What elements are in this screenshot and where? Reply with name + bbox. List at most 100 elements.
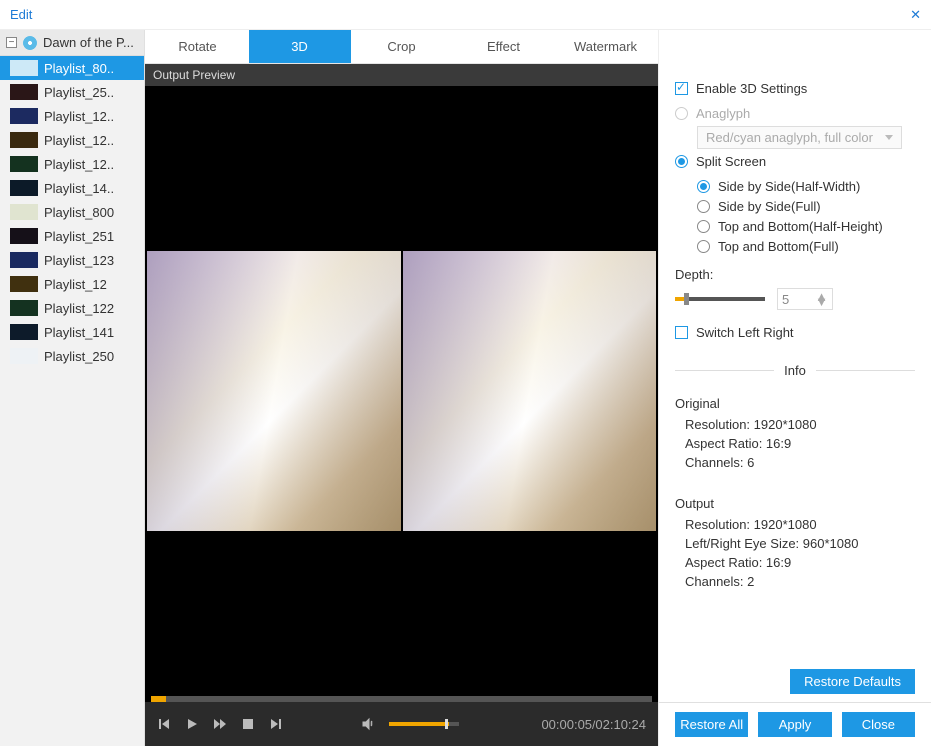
anaglyph-select: Red/cyan anaglyph, full color — [697, 126, 902, 149]
tab-crop[interactable]: Crop — [351, 30, 453, 63]
playlist-label: Playlist_123 — [44, 253, 114, 268]
info-output: Output Resolution: 1920*1080 Left/Right … — [675, 492, 915, 593]
tree-root[interactable]: − Dawn of the P... — [0, 30, 144, 56]
preview-area: 00:00:05/02:10:24 — [145, 86, 658, 746]
playlist-label: Playlist_12.. — [44, 157, 114, 172]
radio-icon[interactable] — [697, 180, 710, 193]
restore-defaults-button[interactable]: Restore Defaults — [790, 669, 915, 694]
playlist-label: Playlist_122 — [44, 301, 114, 316]
close-icon[interactable]: ✕ — [910, 7, 921, 23]
stop-icon[interactable] — [241, 717, 255, 731]
volume-icon[interactable] — [361, 717, 375, 731]
radio-icon[interactable] — [675, 107, 688, 120]
sidebar-item-playlist[interactable]: Playlist_14.. — [0, 176, 144, 200]
enable-3d-row[interactable]: Enable 3D Settings — [675, 81, 915, 96]
preview-header: Output Preview — [145, 64, 658, 86]
depth-label: Depth: — [675, 267, 915, 282]
anaglyph-row[interactable]: Anaglyph — [675, 106, 915, 121]
sidebar-item-playlist[interactable]: Playlist_25.. — [0, 80, 144, 104]
split-option-label: Top and Bottom(Half-Height) — [718, 219, 883, 234]
split-screen-row[interactable]: Split Screen — [675, 154, 915, 169]
playlist-thumb — [10, 108, 38, 124]
sidebar-item-playlist[interactable]: Playlist_12.. — [0, 104, 144, 128]
depth-stepper[interactable]: 5 ▲▼ — [777, 288, 833, 310]
close-button[interactable]: Close — [842, 712, 915, 737]
playlist-thumb — [10, 228, 38, 244]
sidebar-item-playlist[interactable]: Playlist_251 — [0, 224, 144, 248]
center-panel: Rotate3DCropEffectWatermark Output Previ… — [145, 30, 658, 746]
tab-3d[interactable]: 3D — [249, 30, 351, 63]
playlist-thumb — [10, 300, 38, 316]
playlist-thumb — [10, 132, 38, 148]
split-option-label: Side by Side(Half-Width) — [718, 179, 860, 194]
radio-icon[interactable] — [697, 200, 710, 213]
switch-lr-label: Switch Left Right — [696, 325, 794, 340]
split-option-row[interactable]: Side by Side(Half-Width) — [697, 179, 915, 194]
playlist-thumb — [10, 60, 38, 76]
checkbox-icon[interactable] — [675, 82, 688, 95]
sidebar: − Dawn of the P... Playlist_80.. Playlist… — [0, 30, 145, 746]
volume-slider[interactable] — [389, 722, 459, 726]
depth-slider[interactable] — [675, 297, 765, 301]
playlist-label: Playlist_80.. — [44, 61, 114, 76]
playlist-label: Playlist_141 — [44, 325, 114, 340]
radio-icon[interactable] — [697, 220, 710, 233]
playlist-thumb — [10, 348, 38, 364]
video-frame — [145, 251, 658, 531]
playlist-label: Playlist_800 — [44, 205, 114, 220]
playlist-thumb — [10, 276, 38, 292]
tab-effect[interactable]: Effect — [453, 30, 555, 63]
split-screen-label: Split Screen — [696, 154, 766, 169]
playlist-label: Playlist_12.. — [44, 133, 114, 148]
play-icon[interactable] — [185, 717, 199, 731]
disc-icon — [23, 36, 37, 50]
split-option-label: Side by Side(Full) — [718, 199, 821, 214]
enable-3d-label: Enable 3D Settings — [696, 81, 807, 96]
sidebar-item-playlist[interactable]: Playlist_123 — [0, 248, 144, 272]
split-option-row[interactable]: Side by Side(Full) — [697, 199, 915, 214]
radio-icon[interactable] — [697, 240, 710, 253]
split-option-row[interactable]: Top and Bottom(Half-Height) — [697, 219, 915, 234]
playlist-label: Playlist_12.. — [44, 109, 114, 124]
playlist-thumb — [10, 180, 38, 196]
sidebar-item-playlist[interactable]: Playlist_122 — [0, 296, 144, 320]
sidebar-item-playlist[interactable]: Playlist_12.. — [0, 128, 144, 152]
playlist-thumb — [10, 156, 38, 172]
playlist-thumb — [10, 252, 38, 268]
anaglyph-label: Anaglyph — [696, 106, 750, 121]
playlist-label: Playlist_250 — [44, 349, 114, 364]
sidebar-item-playlist[interactable]: Playlist_12.. — [0, 152, 144, 176]
split-option-label: Top and Bottom(Full) — [718, 239, 839, 254]
info-original: Original Resolution: 1920*1080 Aspect Ra… — [675, 392, 915, 474]
playlist-thumb — [10, 204, 38, 220]
split-option-row[interactable]: Top and Bottom(Full) — [697, 239, 915, 254]
playlist-thumb — [10, 84, 38, 100]
sidebar-item-playlist[interactable]: Playlist_800 — [0, 200, 144, 224]
apply-button[interactable]: Apply — [758, 712, 831, 737]
time-display: 00:00:05/02:10:24 — [541, 717, 646, 732]
tabs: Rotate3DCropEffectWatermark — [145, 30, 658, 64]
sidebar-item-playlist[interactable]: Playlist_250 — [0, 344, 144, 368]
sidebar-item-playlist[interactable]: Playlist_12 — [0, 272, 144, 296]
radio-icon[interactable] — [675, 155, 688, 168]
tab-rotate[interactable]: Rotate — [147, 30, 249, 63]
collapse-icon[interactable]: − — [6, 37, 17, 48]
play-controls: 00:00:05/02:10:24 — [145, 702, 658, 746]
playlist-thumb — [10, 324, 38, 340]
settings-panel: Enable 3D Settings Anaglyph Red/cyan ana… — [658, 30, 931, 746]
restore-all-button[interactable]: Restore All — [675, 712, 748, 737]
bottom-bar: Restore All Apply Close — [659, 702, 931, 746]
window-title: Edit — [10, 7, 32, 22]
sidebar-item-playlist[interactable]: Playlist_80.. — [0, 56, 144, 80]
switch-lr-row[interactable]: Switch Left Right — [675, 325, 915, 340]
prev-icon[interactable] — [157, 717, 171, 731]
chevron-down-icon — [885, 135, 893, 140]
fast-forward-icon[interactable] — [213, 717, 227, 731]
sidebar-item-playlist[interactable]: Playlist_141 — [0, 320, 144, 344]
seek-bar[interactable] — [151, 696, 652, 702]
disc-title: Dawn of the P... — [43, 35, 138, 50]
tab-watermark[interactable]: Watermark — [555, 30, 657, 63]
checkbox-icon[interactable] — [675, 326, 688, 339]
next-icon[interactable] — [269, 717, 283, 731]
info-divider: Info — [675, 363, 915, 378]
